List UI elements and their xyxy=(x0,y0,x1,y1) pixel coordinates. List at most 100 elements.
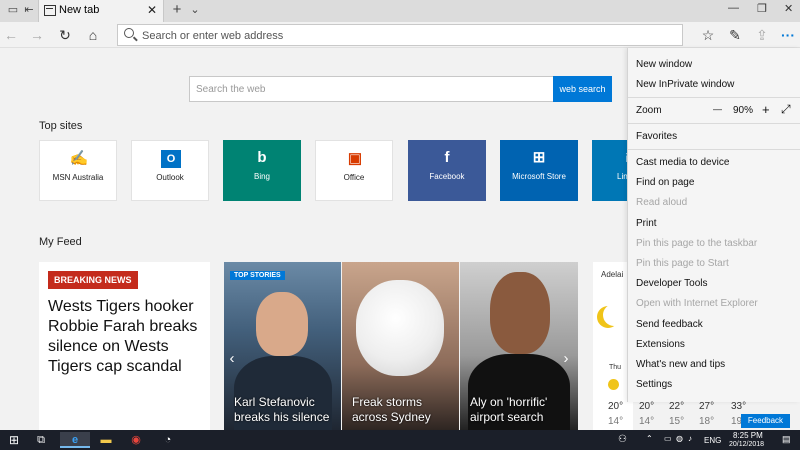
story-slide[interactable]: Aly on 'horrific' airport search xyxy=(460,262,578,430)
menu-open-ie: Open with Internet Explorer xyxy=(636,298,758,309)
menu-divider xyxy=(628,97,800,98)
breaking-news-badge: BREAKING NEWS xyxy=(48,271,138,289)
temp-low: 18° xyxy=(699,416,715,427)
tile-facebook[interactable]: f Facebook xyxy=(408,140,486,201)
menu-pin-taskbar: Pin this page to the taskbar xyxy=(636,238,758,249)
web-search-button[interactable]: web search xyxy=(553,76,612,102)
bing-icon: b xyxy=(257,149,267,166)
temp-high: 20° xyxy=(608,401,624,412)
restore-icon[interactable]: ❐ xyxy=(757,2,767,15)
network-icon[interactable]: ◍ xyxy=(676,434,683,443)
title-bar: ▭ ⇤ New tab ✕ + ⌄ — ❐ ✕ xyxy=(0,0,800,22)
person-photo xyxy=(256,292,308,356)
story-caption: Karl Stefanovic breaks his silence xyxy=(234,395,330,424)
top-sites-title: Top sites xyxy=(39,120,83,132)
refresh-icon[interactable]: ↻ xyxy=(56,26,74,44)
people-icon[interactable]: ⚇ xyxy=(618,434,627,445)
task-view-icon[interactable]: ⧉ xyxy=(32,432,50,448)
minimize-icon[interactable]: — xyxy=(728,2,739,14)
msn-icon: ✍ xyxy=(69,150,89,167)
forecast-temps: 20° 20° 22° 27° 33° 14° 14° 15° 18° 19° xyxy=(607,401,747,430)
tile-office[interactable]: ▣ Office xyxy=(315,140,393,201)
close-window-icon[interactable]: ✕ xyxy=(784,2,793,15)
address-bar[interactable] xyxy=(117,24,683,46)
weather-city: Adelai xyxy=(601,270,624,279)
menu-settings[interactable]: Settings xyxy=(636,379,672,390)
top-stories-badge: TOP STORIES xyxy=(230,271,285,280)
zoom-in-button[interactable]: + xyxy=(762,102,770,117)
notifications-icon[interactable]: ▤ xyxy=(782,434,791,445)
tab-new-tab[interactable]: New tab ✕ xyxy=(38,0,164,22)
carousel-next-icon[interactable]: › xyxy=(558,347,574,371)
menu-new-inprivate-window[interactable]: New InPrivate window xyxy=(636,79,734,90)
tab-title: New tab xyxy=(59,4,100,16)
address-input[interactable] xyxy=(142,28,662,43)
menu-print[interactable]: Print xyxy=(636,218,657,229)
back-icon[interactable]: ← xyxy=(2,26,20,44)
start-icon[interactable]: ⊞ xyxy=(4,432,24,448)
menu-favorites[interactable]: Favorites xyxy=(636,131,677,142)
forward-icon[interactable]: → xyxy=(28,26,46,44)
pen-icon[interactable]: ✎ xyxy=(726,26,744,44)
menu-divider xyxy=(628,149,800,150)
tile-microsoft-store[interactable]: ⊞ Microsoft Store xyxy=(500,140,578,201)
menu-cast-media[interactable]: Cast media to device xyxy=(636,157,729,168)
settings-menu: New window New InPrivate window Zoom — 9… xyxy=(627,48,800,402)
navigation-bar: ← → ↻ ⌂ ☆ ✎ ⇪ ··· xyxy=(0,22,800,48)
battery-icon[interactable]: ▭ xyxy=(664,434,672,443)
tab-preview-icon[interactable]: ▭ xyxy=(6,3,20,17)
taskbar: ⊞ ⧉ e ▬ ◉ ◔ ⚇ ⌃ ▭ ◍ ♪ ENG 8:25 PM 20/12/… xyxy=(0,430,800,450)
person-photo xyxy=(490,272,550,354)
temp-high: 27° xyxy=(699,401,715,412)
menu-divider xyxy=(628,123,800,124)
feedback-label: Feedback xyxy=(747,416,784,425)
close-tab-icon[interactable]: ✕ xyxy=(147,3,157,17)
chevron-down-icon[interactable]: ⌄ xyxy=(188,3,202,17)
story-slide[interactable]: TOP STORIES Karl Stefanovic breaks his s… xyxy=(224,262,341,430)
story-slide[interactable]: Freak storms across Sydney xyxy=(342,262,459,430)
language-indicator[interactable]: ENG xyxy=(704,436,721,445)
clock-time[interactable]: 8:25 PM xyxy=(733,431,763,440)
temp-high: 33° xyxy=(731,401,747,412)
tile-msn-australia[interactable]: ✍ MSN Australia xyxy=(39,140,117,201)
breaking-news-card[interactable]: BREAKING NEWS Wests Tigers hooker Robbie… xyxy=(39,262,210,430)
clock-date[interactable]: 20/12/2018 xyxy=(729,441,764,448)
menu-extensions[interactable]: Extensions xyxy=(636,339,685,350)
moon-icon xyxy=(603,304,625,326)
tile-label: MSN Australia xyxy=(52,173,104,182)
tile-label: Microsoft Store xyxy=(512,172,566,181)
more-icon[interactable]: ··· xyxy=(779,26,797,44)
menu-send-feedback[interactable]: Send feedback xyxy=(636,319,703,330)
office-icon: ▣ xyxy=(347,150,363,167)
tile-bing[interactable]: b Bing xyxy=(223,140,301,201)
my-feed-title: My Feed xyxy=(39,236,82,248)
carousel-prev-icon[interactable]: ‹ xyxy=(224,347,240,371)
temp-high: 22° xyxy=(669,401,685,412)
menu-find-on-page[interactable]: Find on page xyxy=(636,177,694,188)
top-stories-carousel: TOP STORIES Karl Stefanovic breaks his s… xyxy=(224,262,578,430)
new-tab-icon[interactable]: + xyxy=(170,2,184,17)
chrome-icon[interactable]: ◉ xyxy=(126,432,146,448)
file-explorer-icon[interactable]: ▬ xyxy=(96,432,116,448)
tile-label: Facebook xyxy=(429,172,465,181)
tray-chevron-icon[interactable]: ⌃ xyxy=(646,434,653,443)
web-search-input[interactable] xyxy=(196,82,546,97)
menu-whats-new[interactable]: What's new and tips xyxy=(636,359,725,370)
app-icon[interactable]: ◔ xyxy=(158,432,178,448)
fullscreen-icon[interactable]: ⤢ xyxy=(781,102,791,117)
favorites-star-icon[interactable]: ☆ xyxy=(699,26,717,44)
story-caption: Aly on 'horrific' airport search xyxy=(470,395,548,424)
tile-label: Outlook xyxy=(156,173,184,182)
share-icon[interactable]: ⇪ xyxy=(753,26,771,44)
edge-icon[interactable]: e xyxy=(60,432,90,448)
menu-new-window[interactable]: New window xyxy=(636,59,692,70)
set-aside-tabs-icon[interactable]: ⇤ xyxy=(22,3,36,17)
search-icon xyxy=(124,28,134,38)
tile-outlook[interactable]: O Outlook xyxy=(131,140,209,201)
zoom-out-button[interactable]: — xyxy=(713,104,722,114)
menu-developer-tools[interactable]: Developer Tools xyxy=(636,278,708,289)
volume-icon[interactable]: ♪ xyxy=(688,434,692,443)
menu-zoom-label: Zoom xyxy=(636,105,662,116)
home-icon[interactable]: ⌂ xyxy=(84,26,102,44)
feedback-button[interactable]: Feedback xyxy=(741,414,790,428)
